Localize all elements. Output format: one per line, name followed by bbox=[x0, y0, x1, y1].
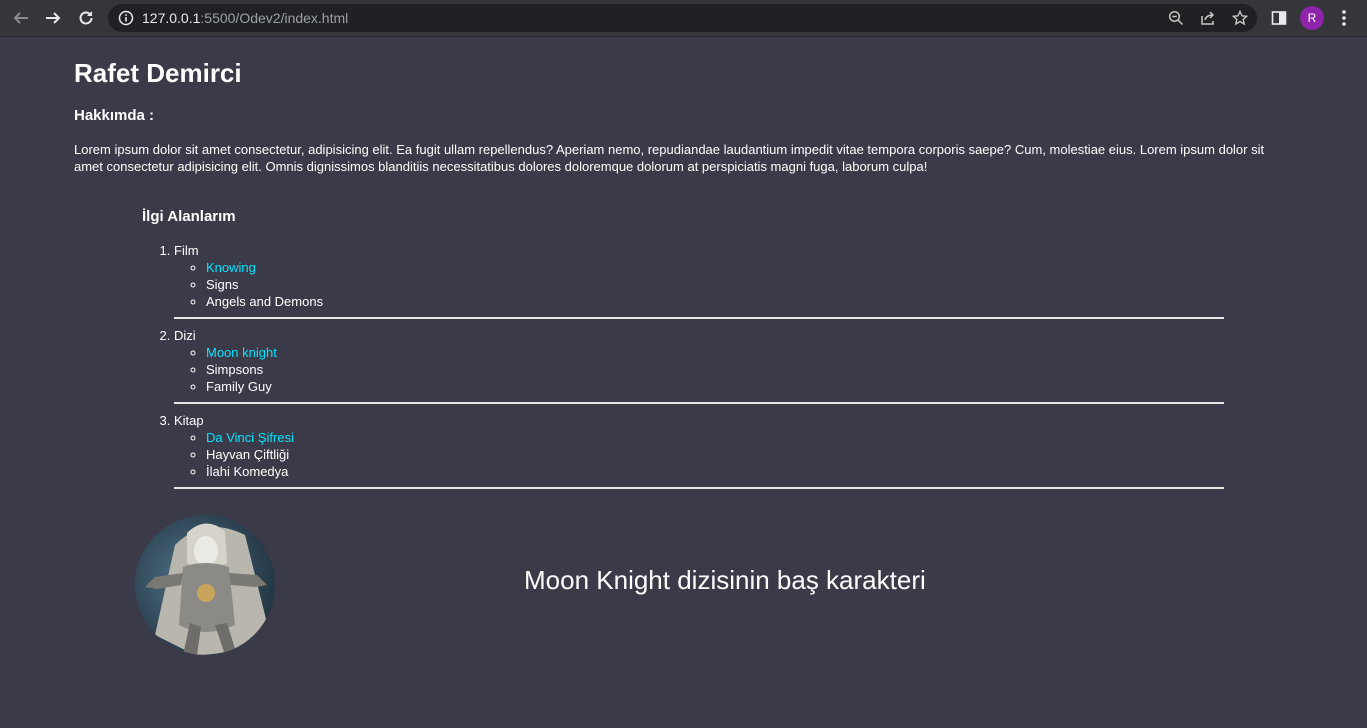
moon-knight-image bbox=[135, 515, 275, 655]
browser-toolbar: 127.0.0.1:5500/Odev2/index.html R bbox=[0, 0, 1367, 37]
url-path: :5500/Odev2/index.html bbox=[200, 10, 349, 26]
about-heading: Hakkımda : bbox=[74, 107, 155, 124]
category-label: Film bbox=[174, 243, 199, 258]
info-icon[interactable] bbox=[118, 10, 134, 31]
category-label: Kitap bbox=[174, 413, 204, 428]
list-item[interactable]: Knowing bbox=[206, 259, 1224, 276]
share-icon[interactable] bbox=[1199, 9, 1217, 27]
page-content: Rafet Demirci Hakkımda : Lorem ipsum dol… bbox=[0, 37, 1367, 728]
divider bbox=[174, 317, 1224, 319]
category-film: Film Knowing Signs Angels and Demons bbox=[174, 242, 1224, 319]
item-link[interactable]: Knowing bbox=[206, 260, 256, 275]
image-caption: Moon Knight dizisinin baş karakteri bbox=[524, 565, 926, 595]
list-item[interactable]: Moon knight bbox=[206, 344, 1224, 361]
divider bbox=[174, 487, 1224, 489]
list-item: İlahi Komedya bbox=[206, 463, 1224, 480]
url-text[interactable]: 127.0.0.1:5500/Odev2/index.html bbox=[142, 4, 348, 32]
item-link[interactable]: Moon knight bbox=[206, 345, 277, 360]
forward-icon[interactable] bbox=[41, 6, 65, 30]
back-icon[interactable] bbox=[9, 6, 33, 30]
interests-section: İlgi Alanlarım Film Knowing Signs Angels… bbox=[142, 208, 1224, 497]
menu-icon[interactable] bbox=[1334, 8, 1354, 28]
list-item: Signs bbox=[206, 276, 1224, 293]
category-label: Dizi bbox=[174, 328, 196, 343]
url-host: 127.0.0.1 bbox=[142, 10, 201, 26]
reload-icon[interactable] bbox=[74, 6, 98, 30]
interests-list: Film Knowing Signs Angels and Demons Diz… bbox=[142, 242, 1224, 489]
list-item: Hayvan Çiftliği bbox=[206, 446, 1224, 463]
interests-heading: İlgi Alanlarım bbox=[142, 208, 236, 225]
profile-avatar[interactable]: R bbox=[1300, 6, 1324, 30]
list-item: Simpsons bbox=[206, 361, 1224, 378]
address-bar[interactable]: 127.0.0.1:5500/Odev2/index.html bbox=[108, 4, 1257, 32]
about-paragraph: Lorem ipsum dolor sit amet consectetur, … bbox=[74, 142, 1265, 174]
zoom-icon[interactable] bbox=[1167, 9, 1185, 27]
star-icon[interactable] bbox=[1231, 9, 1249, 27]
list-item[interactable]: Da Vinci Şifresi bbox=[206, 429, 1224, 446]
category-kitap: Kitap Da Vinci Şifresi Hayvan Çiftliği İ… bbox=[174, 412, 1224, 489]
side-panel-icon[interactable] bbox=[1269, 8, 1289, 28]
list-item: Angels and Demons bbox=[206, 293, 1224, 310]
list-item: Family Guy bbox=[206, 378, 1224, 395]
item-link[interactable]: Da Vinci Şifresi bbox=[206, 430, 294, 445]
category-dizi: Dizi Moon knight Simpsons Family Guy bbox=[174, 327, 1224, 404]
divider bbox=[174, 402, 1224, 404]
page-title: Rafet Demirci bbox=[74, 58, 242, 88]
